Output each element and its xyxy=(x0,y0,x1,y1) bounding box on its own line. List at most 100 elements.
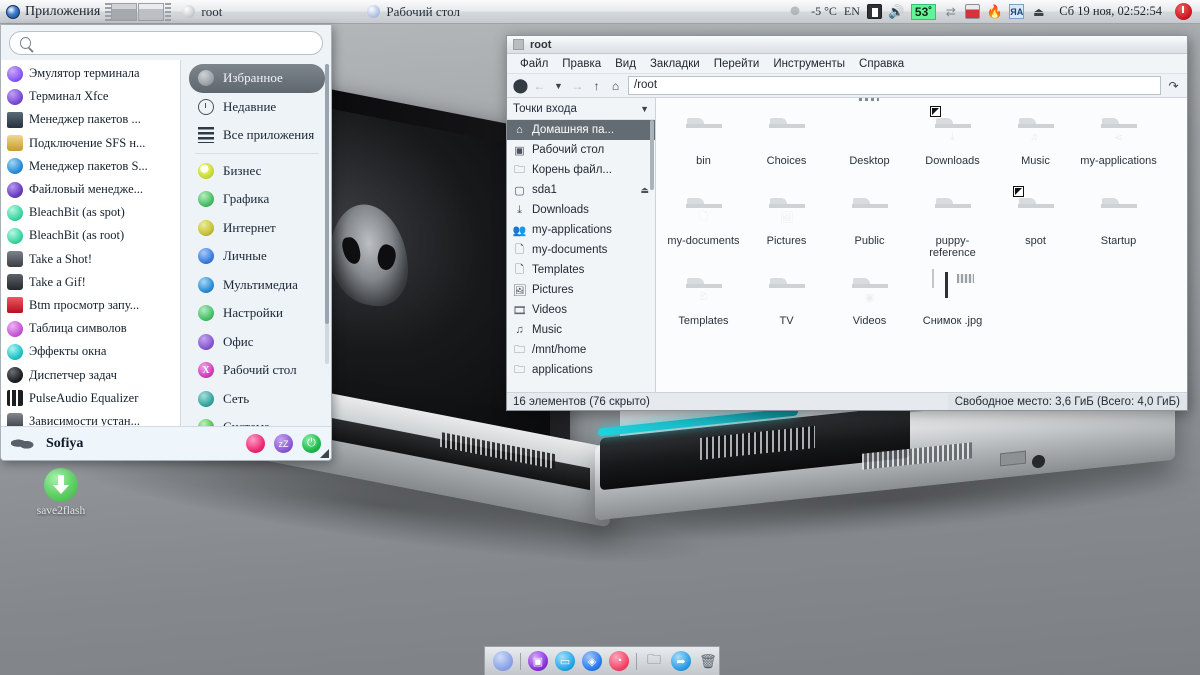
logout-icon[interactable]: ⏻ xyxy=(302,434,321,453)
menu-item-pulseaudio-equalizer[interactable]: PulseAudio Equalizer xyxy=(1,387,180,410)
file-list-area[interactable]: bin Choices Desktop ⤓ Downloads ♬ Music … xyxy=(656,98,1187,392)
file-item-templates[interactable]: 🗈 Templates xyxy=(662,266,745,346)
menu-tools[interactable]: Инструменты xyxy=(766,54,852,74)
home-icon[interactable]: ⌂ xyxy=(606,76,625,95)
menu-item-file-manager[interactable]: Файловый менедже... xyxy=(1,178,180,201)
category-business[interactable]: Бизнес xyxy=(189,157,325,186)
file-item-music[interactable]: ♬ Music xyxy=(994,106,1077,186)
clock[interactable]: Сб 19 ноя, 02:52:54 xyxy=(1053,4,1168,19)
refresh-icon[interactable]: ↷ xyxy=(1164,76,1183,95)
weather-temperature[interactable]: -5 °C xyxy=(811,4,837,19)
network-icon[interactable]: ⇄ xyxy=(943,4,958,19)
file-item-snimok-jpg[interactable]: Снимок .jpg xyxy=(911,266,994,346)
file-item-videos[interactable]: ◉ Videos xyxy=(828,266,911,346)
file-item-my-applications[interactable]: ⋖ my-applications xyxy=(1077,106,1160,186)
taskbar-button-root[interactable]: root xyxy=(171,2,356,22)
sidebar-item-applications[interactable]: 🗀 applications xyxy=(507,360,655,380)
sidebar-item-home[interactable]: ⌂ Домашняя па... xyxy=(507,120,655,140)
menu-item-dependencies[interactable]: Зависимости устан... xyxy=(1,410,180,426)
applications-menu-button[interactable]: Приложения xyxy=(0,1,105,23)
category-personal[interactable]: Личные xyxy=(189,242,325,271)
menu-edit[interactable]: Правка xyxy=(555,54,608,74)
sidebar-item-sda1[interactable]: ▢ sda1 ⏏ xyxy=(507,180,655,200)
menu-item-package-manager[interactable]: Менеджер пакетов ... xyxy=(1,108,180,131)
chevron-down-icon[interactable]: ▼ xyxy=(640,104,649,114)
menu-item-terminal-emulator[interactable]: Эмулятор терминала xyxy=(1,62,180,85)
sidebar-item-my-applications[interactable]: 👥 my-applications xyxy=(507,220,655,240)
sidebar-item-videos[interactable]: 🎞 Videos xyxy=(507,300,655,320)
menu-item-btm[interactable]: Btm просмотр запу... xyxy=(1,294,180,317)
pager-icon[interactable] xyxy=(493,651,513,671)
cpu-temperature-indicator[interactable]: 53˚ xyxy=(910,3,937,20)
desktop-icon-save2flash[interactable]: save2flash xyxy=(30,468,92,517)
flame-icon[interactable]: 🔥 xyxy=(987,4,1003,19)
menu-bookmarks[interactable]: Закладки xyxy=(643,54,707,74)
sidebar-header[interactable]: Точки входа ▼ xyxy=(507,98,655,120)
menu-item-charmap[interactable]: Таблица символов xyxy=(1,317,180,340)
file-item-choices[interactable]: Choices xyxy=(745,106,828,186)
file-item-pictures[interactable]: 🖼 Pictures xyxy=(745,186,828,266)
file-item-puppy-reference[interactable]: puppy-reference xyxy=(911,186,994,266)
sidebar-item-filesystem-root[interactable]: 🗀 Корень файл... xyxy=(507,160,655,180)
file-item-my-documents[interactable]: 🗋 my-documents xyxy=(662,186,745,266)
battery-icon[interactable] xyxy=(866,4,882,19)
file-item-bin[interactable]: bin xyxy=(662,106,745,186)
menu-view[interactable]: Вид xyxy=(608,54,643,74)
file-item-startup[interactable]: Startup xyxy=(1077,186,1160,266)
clock-icon[interactable]: ◔ xyxy=(609,651,629,671)
category-favorites[interactable]: Избранное xyxy=(189,64,325,93)
file-item-public[interactable]: Public xyxy=(828,186,911,266)
sleep-icon[interactable]: zZ xyxy=(274,434,293,453)
history-dropdown-icon[interactable]: ▼ xyxy=(549,76,568,95)
category-recent[interactable]: Недавние xyxy=(189,93,325,122)
menu-item-package-manager-sfs[interactable]: Менеджер пакетов S... xyxy=(1,155,180,178)
category-multimedia[interactable]: Мультимедиа xyxy=(189,271,325,300)
sidebar-item-templates[interactable]: 🗋 Templates xyxy=(507,260,655,280)
terminal-icon[interactable]: ▣ xyxy=(528,651,548,671)
menu-item-take-a-gif[interactable]: Take a Gif! xyxy=(1,271,180,294)
path-input[interactable]: /root xyxy=(628,76,1161,95)
keyboard-layout-indicator[interactable]: EN xyxy=(844,4,860,19)
file-item-desktop[interactable]: Desktop xyxy=(828,106,911,186)
menu-file[interactable]: Файл xyxy=(513,54,555,74)
sidebar-item-mnt-home[interactable]: 🗀 /mnt/home xyxy=(507,340,655,360)
share-icon[interactable]: ➦ xyxy=(671,651,691,671)
search-input[interactable] xyxy=(38,35,312,51)
pager-widget[interactable] xyxy=(111,2,165,21)
browser-icon[interactable]: ◈ xyxy=(582,651,602,671)
file-manager-icon[interactable]: ▭ xyxy=(555,651,575,671)
menu-scrollbar[interactable] xyxy=(325,64,329,364)
menu-go[interactable]: Перейти xyxy=(707,54,767,74)
sidebar-item-pictures[interactable]: 🖼 Pictures xyxy=(507,280,655,300)
disk-usage-icon[interactable] xyxy=(965,4,981,19)
gear-icon[interactable] xyxy=(246,434,265,453)
pager-workspace-2[interactable] xyxy=(138,2,165,21)
menu-help[interactable]: Справка xyxy=(852,54,911,74)
category-network[interactable]: Сеть xyxy=(189,385,325,414)
back-icon[interactable]: ← xyxy=(530,76,549,95)
menu-item-bleachbit-root[interactable]: BleachBit (as root) xyxy=(1,224,180,247)
sidebar-scrollbar[interactable] xyxy=(650,120,654,190)
folder-icon[interactable]: 🗀 xyxy=(644,651,664,671)
search-box[interactable] xyxy=(9,31,323,55)
menu-resize-grip[interactable] xyxy=(320,449,329,458)
menu-item-bleachbit-spot[interactable]: BleachBit (as spot) xyxy=(1,201,180,224)
category-desktop[interactable]: X Рабочий стол xyxy=(189,356,325,385)
trash-icon[interactable]: 🗑 xyxy=(698,651,718,671)
category-graphics[interactable]: Графика xyxy=(189,185,325,214)
menu-item-sfs-load[interactable]: Подключение SFS н... xyxy=(1,132,180,155)
pager-workspace-1[interactable] xyxy=(111,2,138,21)
category-all-applications[interactable]: Все приложения xyxy=(189,121,325,150)
power-icon[interactable] xyxy=(1175,3,1192,20)
sidebar-item-my-documents[interactable]: 🗋 my-documents xyxy=(507,240,655,260)
info-icon[interactable]: ⬤ xyxy=(511,76,530,95)
eject-icon[interactable]: ⏏ xyxy=(1031,4,1046,19)
category-office[interactable]: Офис xyxy=(189,328,325,357)
menu-item-take-a-shot[interactable]: Take a Shot! xyxy=(1,248,180,271)
category-settings[interactable]: Настройки xyxy=(189,299,325,328)
file-item-spot[interactable]: spot xyxy=(994,186,1077,266)
menu-item-task-manager[interactable]: Диспетчер задач xyxy=(1,363,180,386)
category-internet[interactable]: Интернет xyxy=(189,214,325,243)
sidebar-item-music[interactable]: ♫ Music xyxy=(507,320,655,340)
eject-icon[interactable]: ⏏ xyxy=(640,185,649,196)
